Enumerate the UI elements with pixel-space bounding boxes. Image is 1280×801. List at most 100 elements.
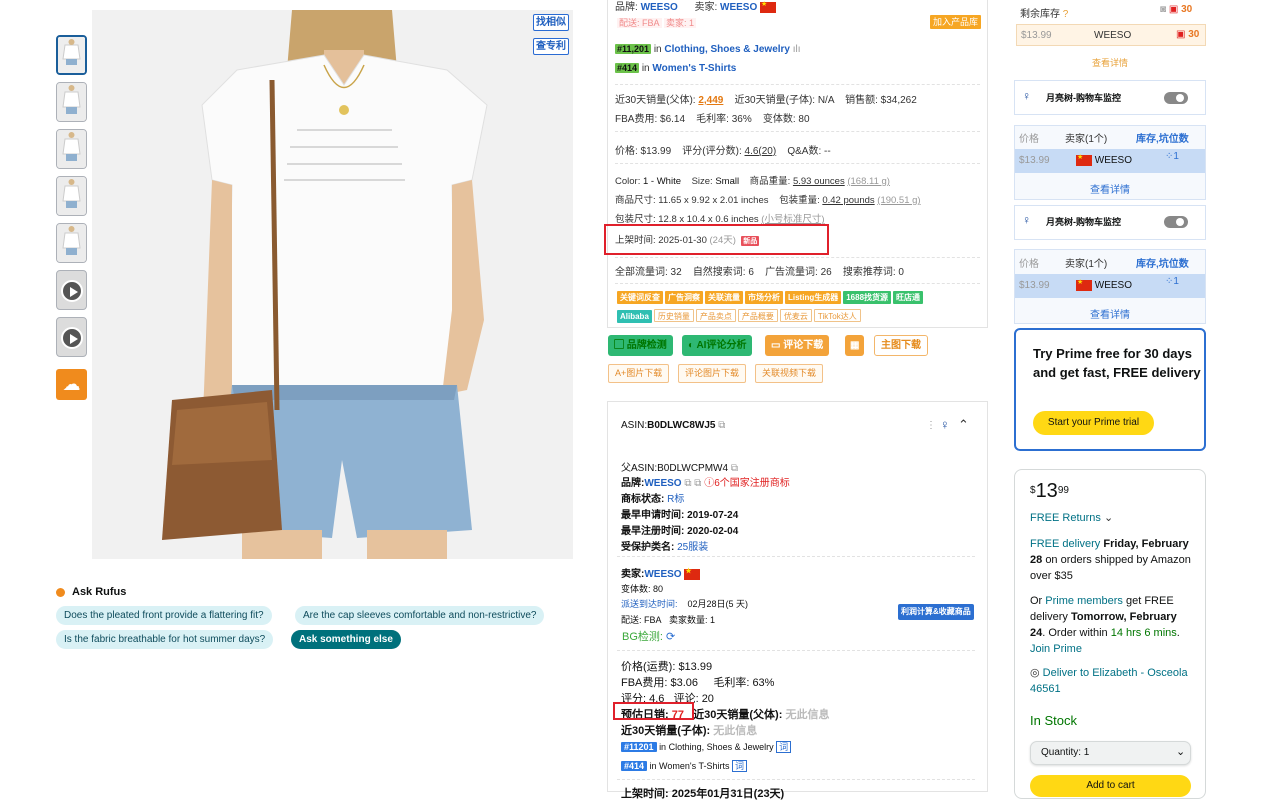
find-similar-button[interactable]: 找相似 [533,14,569,31]
main-image-download-button[interactable]: 主图下载 [874,335,928,356]
ai-review-analysis-button[interactable]: ◐ AI评论分析 [682,335,753,356]
review-image-download-button[interactable]: 评论图片下载 [678,364,747,383]
rank-row-1: #11,201 in Clothing, Shoes & Jewelry ılı [615,44,801,55]
rank-history-icon[interactable]: 词 [776,741,792,753]
tool-tag[interactable]: 产品卖点 [695,309,736,322]
tool-tag[interactable]: TikTok达人 [813,309,861,322]
free-returns-link[interactable]: FREE Returns ⌄ [1030,510,1113,526]
deliver-to-link[interactable]: ◎ Deliver to Elizabeth - Osceola 46561 [1030,665,1190,697]
cloud-download-icon[interactable]: ☁ [56,369,87,400]
thumbnail-2[interactable] [56,82,87,122]
rank-history-icon[interactable]: 词 [731,760,747,772]
stock-label: 剩余库存 ? [1020,9,1069,20]
bar-chart-icon[interactable]: ılı [793,44,801,55]
join-prime-link[interactable]: Join Prime [1030,643,1082,655]
tool-tag[interactable]: 广告洞察 [665,291,703,304]
play-icon [61,280,83,302]
attribute-row: Color: 1 - White Size: Small 商品重量: 5.93 … [615,176,890,187]
help-icon[interactable]: ? [1063,9,1069,20]
seller-link[interactable]: WEESO [720,2,757,13]
tool-tag[interactable]: 旺店通 [893,291,924,304]
calculator-icon[interactable]: ▦ [845,335,865,356]
ask-something-else-button[interactable]: Ask something else [291,630,401,649]
tool-tag[interactable]: 历史销量 [653,309,694,322]
tool-tag[interactable]: 产品概要 [737,309,778,322]
aplus-image-download-button[interactable]: A+图片下载 [608,364,670,383]
rank-category-link[interactable]: Women's T-Shirts [652,63,736,74]
review-download-button[interactable]: ▭ 评论下载 [765,335,830,356]
thumbnail-3[interactable] [56,129,87,169]
thumbnail-1[interactable] [56,35,87,75]
location-pin-icon: ◎ [1030,667,1040,679]
china-flag-icon [760,0,777,13]
tool-tag[interactable]: 关键词反查 [617,291,663,304]
table-cell-seller: WEESO [1076,278,1132,291]
prime-promo-box: Try Prime free for 30 days and get fast,… [1014,328,1206,451]
price-row: 价格: $13.99 评分(评分数): 4.6(20) Q&A数: -- [615,146,831,157]
main-product-image[interactable] [92,10,573,559]
protected-class-row: 受保护类名: 25服装 [621,542,709,553]
related-video-download-button[interactable]: 关联视频下载 [755,364,824,383]
brand-link[interactable]: WEESO [641,2,678,13]
tool-tag[interactable]: 关联流量 [705,291,743,304]
tool-tag[interactable]: Alibaba [617,310,652,323]
seller-row: 卖家:WEESO [621,565,701,580]
cart-monitor-title: 月亮树-购物车监控 [1046,217,1121,227]
fba-row: 配送: FBA 卖家: 1 [617,18,697,28]
stock-status: In Stock [1030,713,1077,728]
highlight-box [604,224,829,255]
rufus-title: Ask Rufus [72,586,127,598]
table-header-price: 价格 [1019,259,1039,270]
child-sales-row: 近30天销量(子体): 无此信息 [621,725,758,737]
video-thumbnail-1[interactable] [56,270,87,310]
add-product-library-button[interactable]: 加入产品库 [930,15,982,29]
view-details-link[interactable]: 查看详情 [1090,306,1130,321]
asin-row: ASIN:B0DLWC8WJ5 ⧉ [621,420,726,431]
tool-tag[interactable]: Listing生成器 [785,291,842,304]
apply-date-row: 最早申请时间: 2019-07-24 [621,510,739,521]
brand-row: 品牌: WEESO 卖家: WEESO [615,0,777,13]
monitor-toggle[interactable] [1164,92,1188,104]
tool-tags-row-1: 关键词反查 广告洞察 关联流量 市场分析 Listing生成器 1688找货源 旺店通 [617,291,925,304]
copy-icon[interactable]: ⧉ [718,420,725,431]
view-details-link[interactable]: 查看详情 [1090,181,1130,196]
delivery-row: 派送到达时间: 02月28日(5 天) [621,599,749,609]
video-thumbnail-2[interactable] [56,317,87,357]
rank-row: #414 in Women's T-Shirts 词 [621,759,747,772]
thumbnail-5[interactable] [56,223,87,263]
thumbnail-4[interactable] [56,176,87,216]
lightbulb-icon[interactable]: ♀ [940,417,950,432]
stock-row-count: ▣ 30 [1176,29,1200,40]
rufus-question-chip[interactable]: Is the fabric breathable for hot summer … [56,630,274,649]
lightbulb-icon: ♀ [1022,89,1031,103]
quantity-select[interactable]: Quantity: 1 ⌄ [1030,741,1191,765]
lightbulb-icon: ♀ [1022,213,1031,227]
rufus-question-chip[interactable]: Are the cap sleeves comfortable and non-… [295,606,545,625]
seller-link[interactable]: WEESO [644,569,681,580]
fba-fee-row: FBA费用: $3.06 毛利率: 63% [621,677,775,689]
tool-tag[interactable]: 优麦云 [779,309,812,322]
collapse-icon[interactable]: ⌃ [958,417,969,433]
start-prime-trial-button[interactable]: Start your Prime trial [1033,411,1154,435]
china-flag-icon [1076,153,1092,166]
table-cell-stock: ⁘1 [1165,151,1179,162]
stock-count: ◙ ▣ 30 [1160,4,1193,15]
brand-check-button[interactable]: ▢ 品牌检测 [608,335,673,356]
tool-tag[interactable]: 市场分析 [745,291,783,304]
check-patent-button[interactable]: 查专利 [533,38,569,55]
table-header-price: 价格 [1019,134,1039,145]
rank-category-link[interactable]: Clothing, Shoes & Jewelry [664,44,790,55]
prime-promo-text: Try Prime free for 30 days and get fast,… [1033,346,1201,380]
parent-asin-row: 父ASIN:B0DLWCPMW4 ⧉ [621,463,738,474]
add-to-cart-button[interactable]: Add to cart [1030,775,1191,797]
more-icon[interactable]: ⋮ [926,420,936,431]
rufus-question-chip[interactable]: Does the pleated front provide a flatter… [56,606,272,625]
refresh-icon[interactable]: ⟳ [666,631,675,643]
tool-tag[interactable]: 1688找货源 [843,291,892,304]
monitor-toggle[interactable] [1164,216,1188,228]
profit-calc-button[interactable]: 利润计算&收藏商品 [898,604,974,620]
rank-row: #11201 in Clothing, Shoes & Jewelry 词 [621,740,792,753]
brand-link[interactable]: WEESO [644,478,681,489]
view-details-link[interactable]: 查看详情 [1092,56,1128,69]
copy-icon[interactable]: ⧉ [731,463,738,474]
